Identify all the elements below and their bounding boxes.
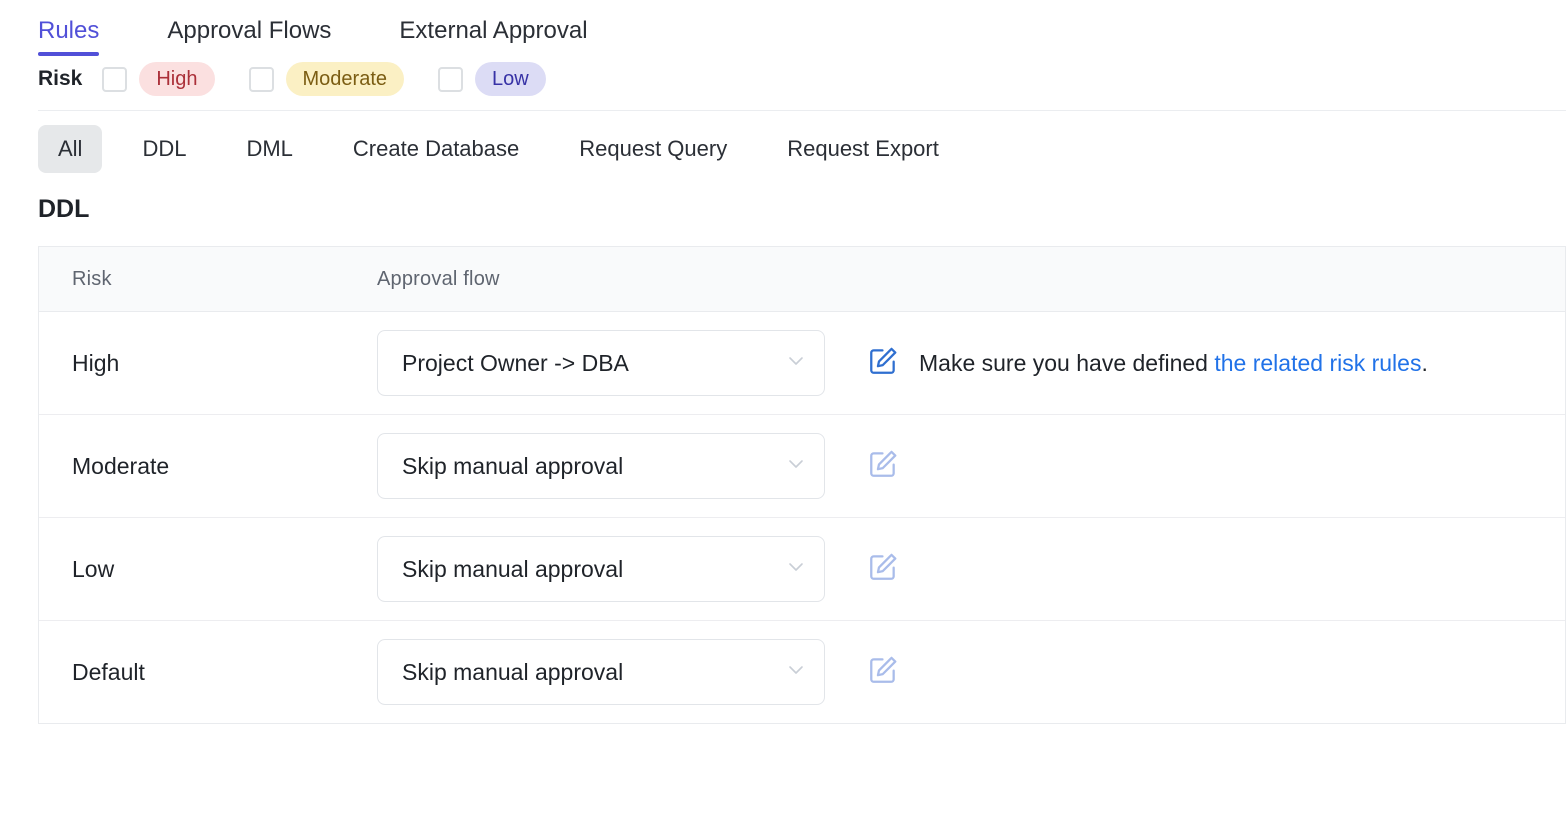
- row-risk-label: Low: [72, 555, 115, 582]
- risk-badge-moderate[interactable]: Moderate: [285, 62, 404, 96]
- edit-rule-button[interactable]: [865, 654, 901, 690]
- risk-checkbox-high[interactable]: [102, 66, 128, 92]
- table-row: Moderate Skip manual approval: [39, 415, 1565, 518]
- column-header-approval-flow: Approval flow: [377, 267, 500, 290]
- approval-flow-value: Skip manual approval: [402, 658, 624, 685]
- type-tab-all[interactable]: All: [38, 125, 103, 173]
- risk-badge-high[interactable]: High: [139, 62, 215, 96]
- risk-badge-low[interactable]: Low: [475, 62, 546, 96]
- edit-pencil-square-icon: [867, 448, 899, 485]
- related-risk-rules-link[interactable]: the related risk rules: [1214, 350, 1421, 376]
- tab-rules-label: Rules: [38, 17, 100, 44]
- section-title: DDL: [38, 195, 90, 223]
- risk-filter-label: Risk: [38, 67, 83, 90]
- approval-rules-table: Risk Approval flow High Project Owner ->…: [38, 246, 1566, 724]
- risk-filter-option-low[interactable]: Low: [438, 62, 546, 96]
- risk-checkbox-moderate[interactable]: [248, 66, 274, 92]
- table-header-row: Risk Approval flow: [39, 247, 1565, 312]
- edit-pencil-square-icon: [867, 345, 899, 382]
- edit-rule-button[interactable]: [865, 345, 901, 381]
- tab-approval-flows-label: Approval Flows: [167, 17, 332, 44]
- statement-type-tab-bar: All DDL DML Create Database Request Quer…: [0, 111, 1566, 187]
- type-tab-create-database[interactable]: Create Database: [333, 125, 539, 173]
- chevron-down-icon: [786, 557, 806, 582]
- risk-filter-bar: Risk High Moderate Low: [0, 48, 1566, 110]
- row-hint-text: Make sure you have defined: [919, 349, 1215, 376]
- table-row: High Project Owner -> DBA Make sure you …: [39, 312, 1565, 415]
- tab-external-approval[interactable]: External Approval: [399, 16, 587, 56]
- edit-rule-button[interactable]: [865, 448, 901, 484]
- approval-flow-select[interactable]: Skip manual approval: [377, 639, 825, 705]
- tab-external-approval-label: External Approval: [399, 17, 588, 44]
- chevron-down-icon: [786, 351, 806, 376]
- chevron-down-icon: [786, 660, 806, 685]
- tab-approval-flows[interactable]: Approval Flows: [167, 16, 331, 56]
- approval-flow-select[interactable]: Skip manual approval: [377, 536, 825, 602]
- approval-flow-value: Project Owner -> DBA: [402, 349, 629, 376]
- type-tab-dml[interactable]: DML: [226, 125, 312, 173]
- row-flow-cell: Project Owner -> DBA Make sure you have …: [377, 330, 1428, 396]
- approval-flow-value: Skip manual approval: [402, 452, 624, 479]
- row-flow-cell: Skip manual approval: [377, 433, 901, 499]
- type-tab-request-export[interactable]: Request Export: [767, 125, 959, 173]
- tab-rules[interactable]: Rules: [38, 16, 100, 56]
- risk-checkbox-low[interactable]: [438, 66, 463, 92]
- risk-filter-option-moderate[interactable]: Moderate: [248, 62, 404, 96]
- row-risk-label: Default: [72, 658, 145, 685]
- row-risk-label: Moderate: [72, 452, 170, 479]
- edit-rule-button[interactable]: [865, 551, 901, 587]
- row-flow-cell: Skip manual approval: [377, 639, 901, 705]
- approval-flow-select[interactable]: Project Owner -> DBA: [377, 330, 825, 396]
- table-row: Default Skip manual approval: [39, 621, 1565, 723]
- approval-flow-value: Skip manual approval: [402, 555, 624, 582]
- row-flow-cell: Skip manual approval: [377, 536, 901, 602]
- table-row: Low Skip manual approval: [39, 518, 1565, 621]
- edit-pencil-square-icon: [867, 551, 899, 588]
- row-hint-suffix: .: [1421, 349, 1428, 376]
- row-hint-message: Make sure you have defined the related r…: [919, 350, 1428, 377]
- primary-tab-bar: Rules Approval Flows External Approval: [0, 0, 1566, 56]
- chevron-down-icon: [786, 454, 806, 479]
- row-risk-label: High: [72, 349, 120, 376]
- type-tab-request-query[interactable]: Request Query: [559, 125, 747, 173]
- edit-pencil-square-icon: [867, 654, 899, 691]
- column-header-risk: Risk: [72, 267, 112, 290]
- approval-flow-select[interactable]: Skip manual approval: [377, 433, 825, 499]
- risk-filter-option-high[interactable]: High: [102, 62, 215, 96]
- type-tab-ddl[interactable]: DDL: [122, 125, 206, 173]
